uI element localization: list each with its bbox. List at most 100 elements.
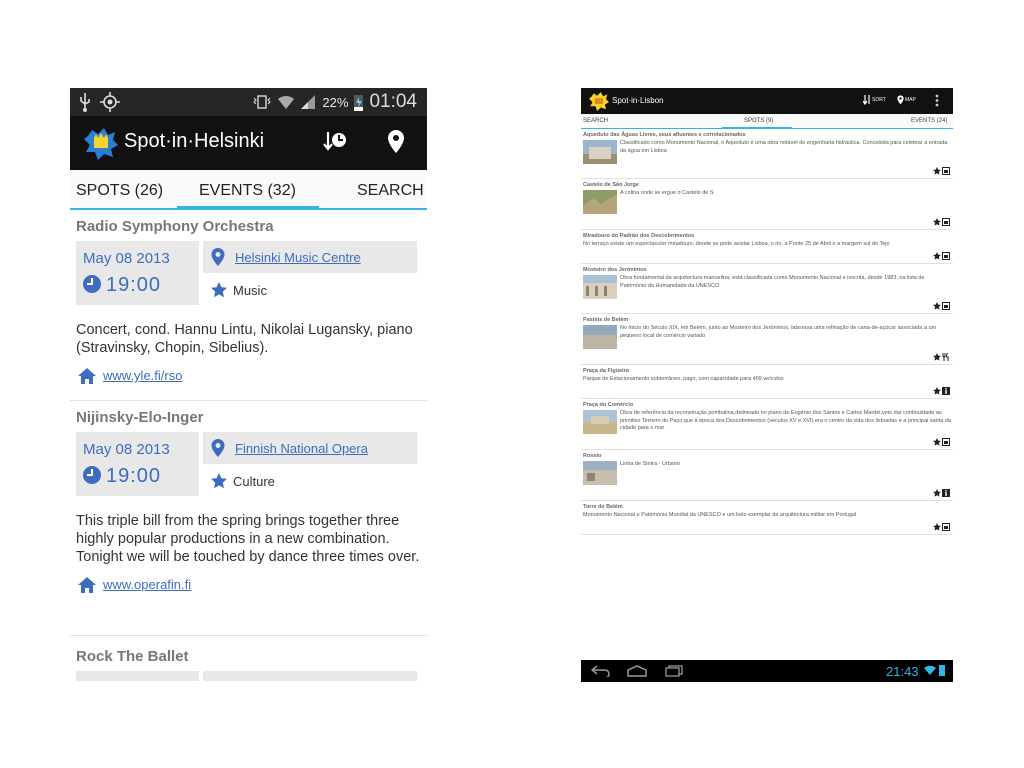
- spot-item[interactable]: Praça do Comércio Obra de referência da …: [581, 399, 953, 450]
- battery-icon: [354, 95, 364, 111]
- sort-icon: [323, 132, 346, 151]
- battery-icon: [939, 665, 945, 676]
- event-date-box: May 08 2013 19:00: [76, 432, 199, 496]
- sort-button[interactable]: [322, 130, 348, 154]
- overflow-menu-button[interactable]: [935, 94, 939, 107]
- event-date-box: May 08 2013 19:00: [76, 241, 199, 305]
- event-category: Music: [211, 282, 267, 298]
- map-button[interactable]: [387, 130, 405, 154]
- monument-icon: [942, 218, 950, 226]
- app-logo-icon[interactable]: [84, 126, 118, 160]
- spot-description: Obra fundamental da arquitectura manueli…: [620, 275, 925, 289]
- map-label: MAP: [905, 97, 916, 103]
- spot-item[interactable]: Castelo de São Jorge A colina onde se er…: [581, 179, 953, 230]
- app-title: Spot·in·Lisbon: [612, 96, 664, 105]
- event-description: Concert, cond. Hannu Lintu, Nikolai Luga…: [76, 322, 413, 356]
- event-item[interactable]: Radio Symphony Orchestra May 08 2013 19:…: [70, 210, 427, 401]
- spot-item[interactable]: Pastéis de Belém No início do Século XIX…: [581, 314, 953, 365]
- back-icon[interactable]: [591, 665, 611, 677]
- spot-item[interactable]: Praça da Figueira Parque de Estacionamen…: [581, 365, 953, 399]
- event-title: Rock The Ballet: [76, 648, 189, 665]
- location-pin-icon: [211, 248, 225, 266]
- wifi-icon: [924, 665, 936, 675]
- sort-label: SORT: [872, 97, 886, 103]
- spot-description: Monumento Nacional e Património Mundial …: [583, 512, 857, 518]
- map-button[interactable]: MAP: [897, 95, 916, 105]
- map-pin-icon: [388, 130, 404, 153]
- event-date: May 08 2013: [83, 250, 170, 267]
- event-venue[interactable]: Helsinki Music Centre: [203, 241, 417, 273]
- spot-name: Praça da Figueira: [583, 368, 629, 374]
- monument-icon: [942, 438, 950, 446]
- home-nav-icon[interactable]: [627, 665, 647, 677]
- event-title: Nijinsky-Elo-Inger: [76, 409, 204, 426]
- system-nav-bar: 21:43: [581, 660, 953, 682]
- star-icon: [933, 387, 941, 395]
- app-logo-icon[interactable]: [588, 91, 610, 111]
- star-icon: [933, 167, 941, 175]
- status-time: 01:04: [369, 91, 417, 112]
- event-date-box: [76, 671, 199, 681]
- tab-events[interactable]: EVENTS (32): [199, 182, 296, 200]
- spot-thumbnail: [583, 275, 617, 299]
- gps-icon: [100, 92, 120, 112]
- spot-description: Linha de Sintra - Urbano: [620, 461, 680, 467]
- clock-icon: [83, 466, 101, 484]
- spot-item[interactable]: Torre de Belém Monumento Nacional e Patr…: [581, 501, 953, 535]
- monument-icon: [942, 523, 950, 531]
- clock-icon: [83, 275, 101, 293]
- spot-description: Classificado como Monumento Nacional, o …: [620, 140, 948, 154]
- spot-item[interactable]: Miradouro do Padrão dos Descobrimentos N…: [581, 230, 953, 264]
- spot-description: A colina onde se ergue o Castelo de S: [620, 190, 714, 196]
- tab-spots[interactable]: SPOTS (26): [76, 182, 163, 200]
- star-icon: [933, 353, 941, 361]
- event-date: May 08 2013: [83, 441, 170, 458]
- recent-apps-icon[interactable]: [665, 665, 683, 677]
- spot-name: Torre de Belém: [583, 504, 623, 510]
- signal-icon: [301, 95, 316, 109]
- category-label: Music: [233, 283, 267, 298]
- spot-list[interactable]: Aqueduto das Águas Livres, seus afluente…: [581, 129, 953, 535]
- action-bar: Spot·in·Helsinki: [70, 116, 427, 170]
- event-venue[interactable]: Finnish National Opera: [203, 432, 417, 464]
- home-icon: [78, 368, 96, 384]
- spot-name: Praça do Comércio: [583, 402, 634, 408]
- event-item[interactable]: Rock The Ballet: [70, 636, 427, 681]
- event-title: Radio Symphony Orchestra: [76, 218, 274, 235]
- spot-name: Miradouro do Padrão dos Descobrimentos: [583, 233, 695, 239]
- star-icon: [933, 218, 941, 226]
- venue-link[interactable]: Helsinki Music Centre: [235, 250, 361, 265]
- vibrate-icon: [253, 95, 272, 109]
- event-list[interactable]: Radio Symphony Orchestra May 08 2013 19:…: [70, 210, 427, 681]
- event-website-link[interactable]: www.operafin.fi: [103, 577, 191, 592]
- sort-button[interactable]: SORT: [863, 95, 886, 105]
- star-icon: [933, 252, 941, 260]
- spot-item[interactable]: Aqueduto das Águas Livres, seus afluente…: [581, 129, 953, 179]
- venue-link[interactable]: Finnish National Opera: [235, 441, 368, 456]
- event-description: This triple bill from the spring brings …: [76, 513, 420, 565]
- restaurant-icon: [942, 353, 949, 361]
- map-pin-icon: [897, 95, 904, 105]
- overflow-menu-icon: [935, 94, 939, 107]
- info-icon: [942, 489, 950, 497]
- tablet-screenshot: Spot·in·Lisbon SORT MAP SEARCH SPOTS (9)…: [581, 88, 953, 682]
- battery-percent: 22%: [322, 94, 349, 110]
- nav-time: 21:43: [886, 664, 919, 679]
- spot-name: Castelo de São Jorge: [583, 182, 639, 188]
- event-website-link[interactable]: www.yle.fi/rso: [103, 368, 182, 383]
- usb-icon: [80, 93, 90, 112]
- spot-description: No terraço existe um espectacular mirado…: [583, 241, 890, 247]
- tab-spots[interactable]: SPOTS (9): [744, 118, 773, 124]
- tab-events[interactable]: EVENTS (24): [911, 118, 947, 124]
- spot-item[interactable]: Rossio Linha de Sintra - Urbano: [581, 450, 953, 501]
- spot-description: No início do Século XIX, em Belém, junto…: [620, 325, 937, 339]
- star-icon: [211, 282, 227, 298]
- monument-icon: [942, 302, 950, 310]
- event-item[interactable]: Nijinsky-Elo-Inger May 08 2013 19:00 Fin…: [70, 401, 427, 636]
- tab-search[interactable]: SEARCH: [583, 118, 608, 124]
- tab-search[interactable]: SEARCH: [357, 182, 424, 200]
- wifi-icon: [278, 95, 295, 109]
- spot-item[interactable]: Mosteiro dos Jerónimos Obra fundamental …: [581, 264, 953, 314]
- spot-name: Rossio: [583, 453, 602, 459]
- event-time: 19:00: [106, 274, 162, 296]
